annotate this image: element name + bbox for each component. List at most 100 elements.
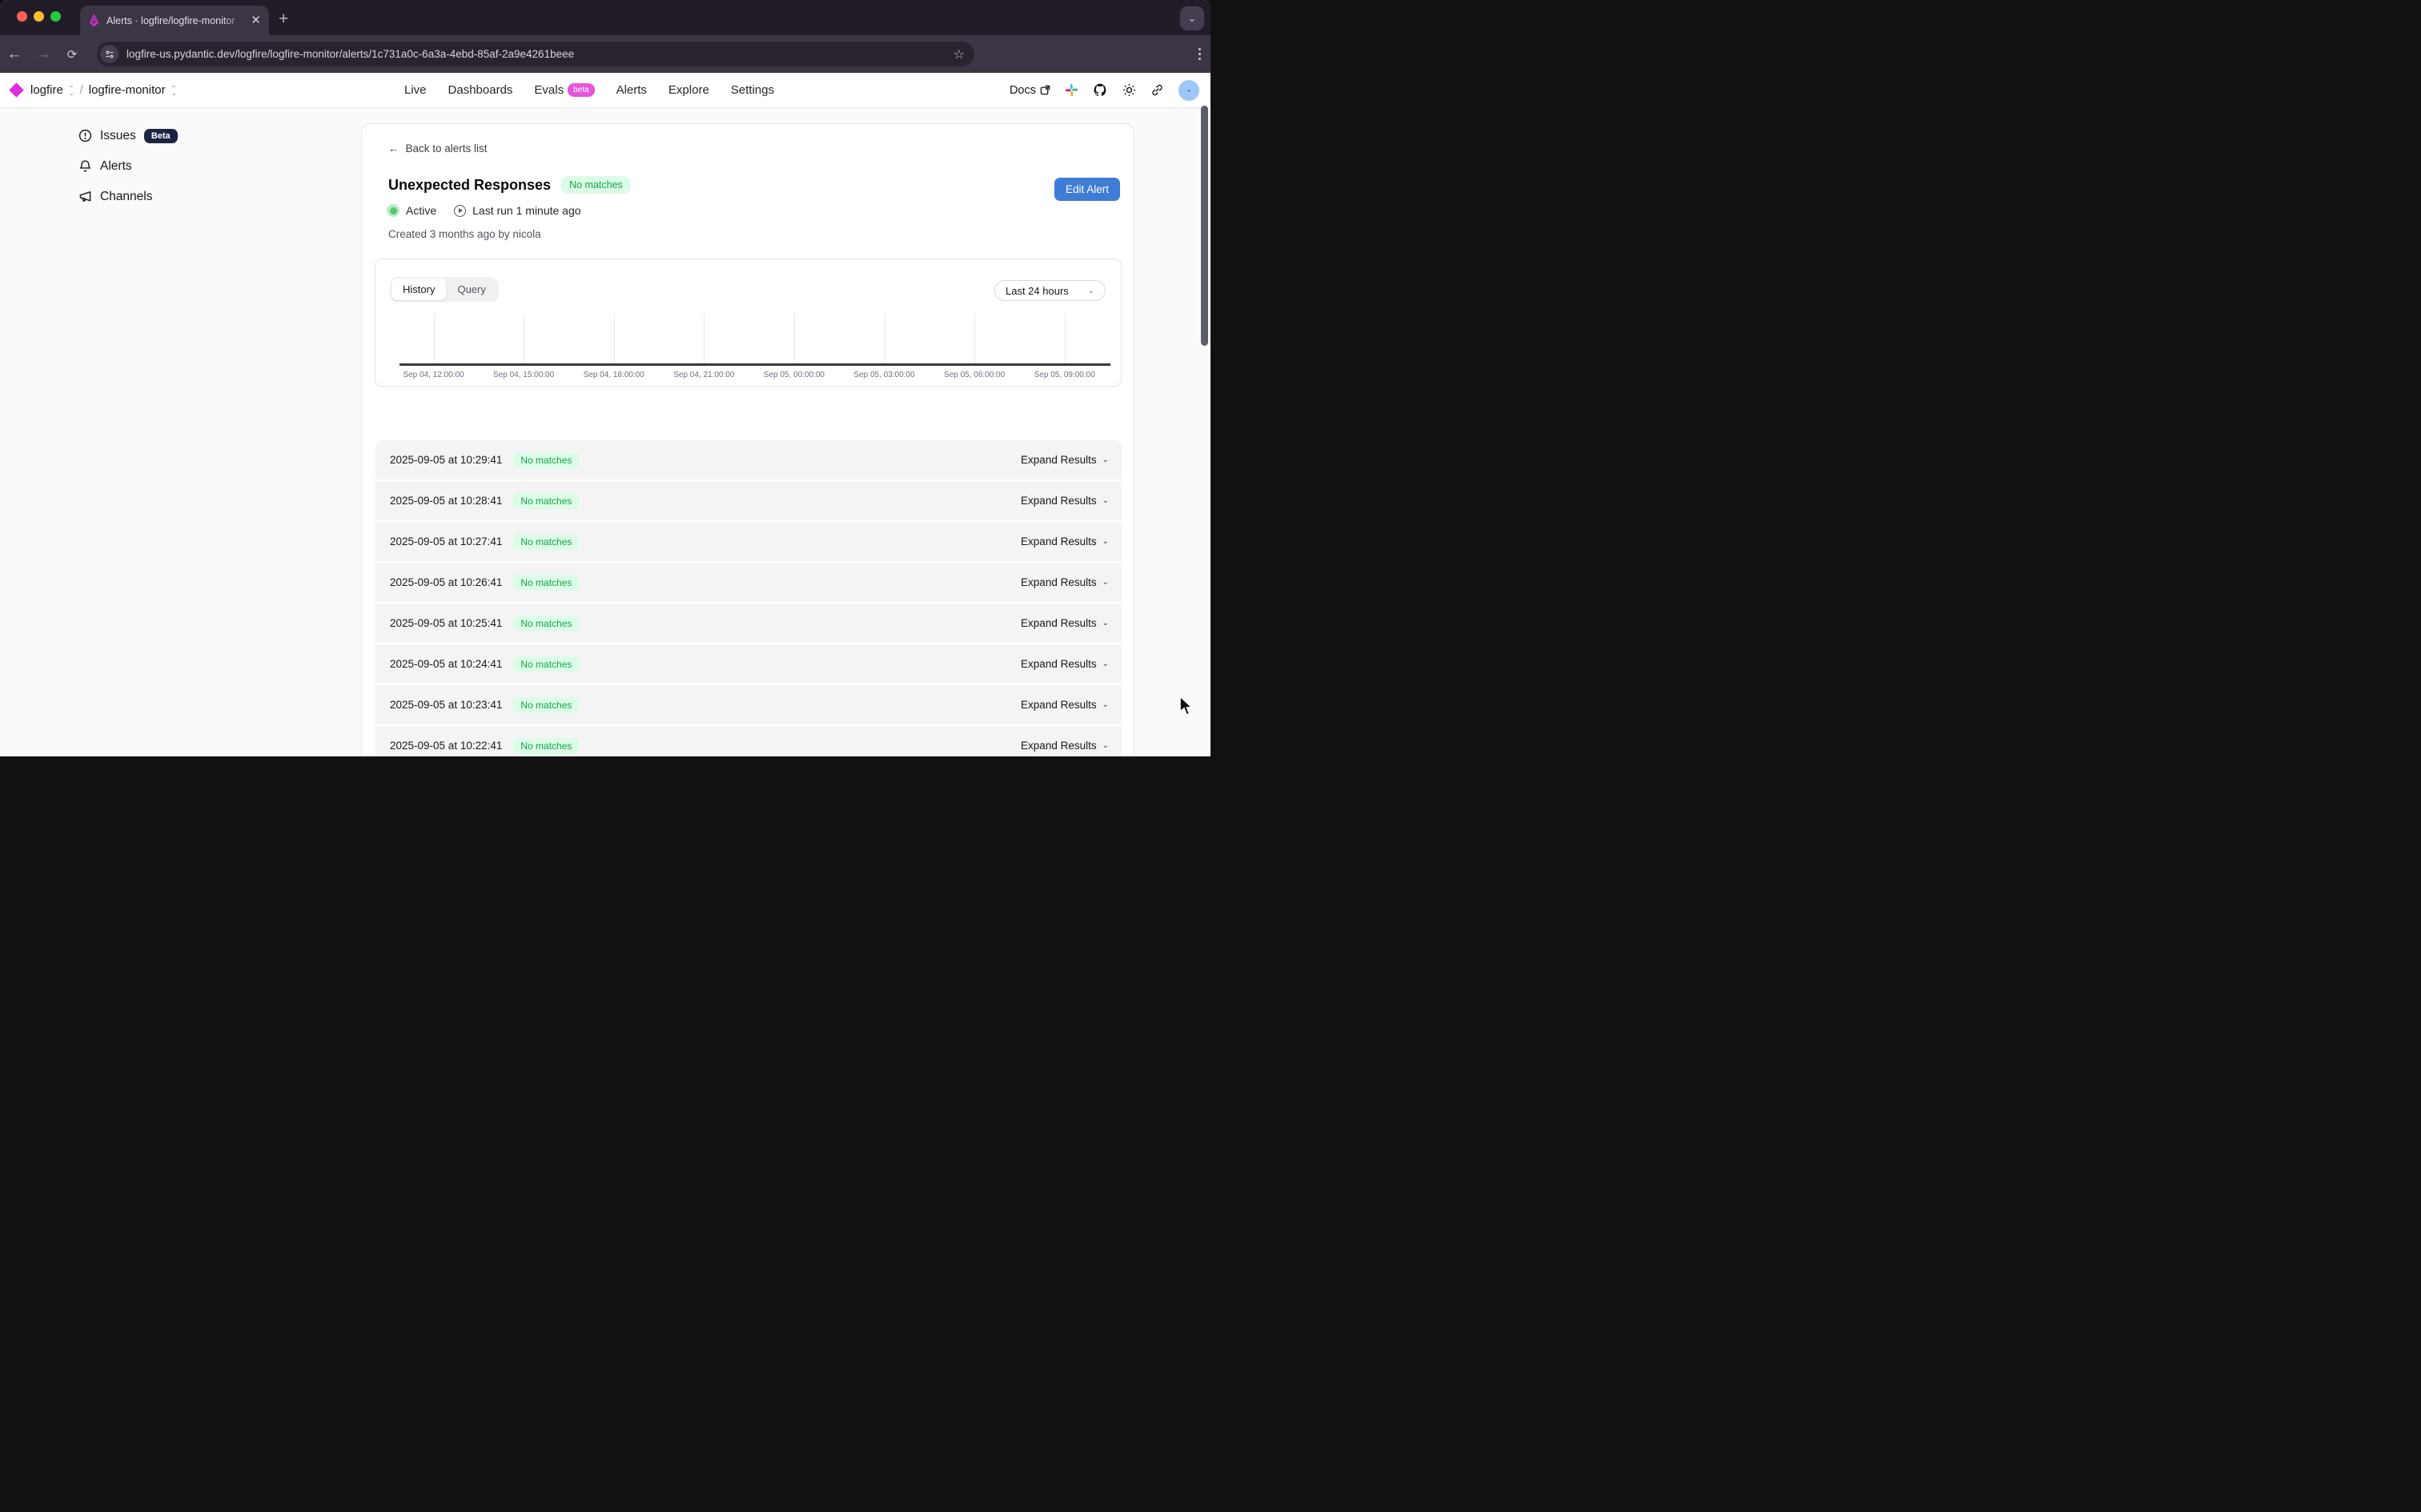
run-row[interactable]: 2025-09-05 at 10:23:41 No matches Expand… — [375, 685, 1122, 724]
url-text[interactable]: logfire-us.pydantic.dev/logfire/logfire-… — [126, 48, 954, 60]
page-scrollbar[interactable] — [1201, 106, 1208, 346]
org-switcher[interactable]: logfire — [30, 83, 63, 97]
github-icon[interactable] — [1093, 82, 1108, 98]
expand-results-button[interactable]: Expand Results ⌄ — [1021, 740, 1109, 752]
chevron-down-icon: ⌄ — [1102, 700, 1109, 709]
run-row[interactable]: 2025-09-05 at 10:28:41 No matches Expand… — [375, 481, 1122, 520]
tab-query[interactable]: Query — [446, 279, 496, 300]
slack-icon[interactable] — [1065, 83, 1078, 97]
close-window-button[interactable] — [17, 11, 27, 22]
edit-alert-button[interactable]: Edit Alert — [1054, 178, 1120, 201]
browser-tab-strip: Alerts · logfire/logfire-monitor ✕ + ⌄ — [0, 0, 1210, 35]
created-by-text: Created 3 months ago by nicola — [388, 228, 1134, 240]
run-no-matches-badge: No matches — [512, 697, 580, 713]
nav-dashboards[interactable]: Dashboards — [448, 83, 513, 97]
tab-close-icon[interactable]: ✕ — [251, 14, 261, 26]
chevron-down-icon: ⌄ — [1088, 287, 1094, 295]
chart-tick-label: Sep 05, 09:00:00 — [1017, 371, 1113, 379]
run-row[interactable]: 2025-09-05 at 10:25:41 No matches Expand… — [375, 604, 1122, 643]
theme-sun-icon[interactable] — [1122, 83, 1136, 97]
sidebar: Issues Beta Alerts Channels — [0, 108, 344, 207]
run-row[interactable]: 2025-09-05 at 10:26:41 No matches Expand… — [375, 563, 1122, 602]
expand-results-button[interactable]: Expand Results ⌄ — [1021, 454, 1109, 466]
run-timestamp: 2025-09-05 at 10:29:41 — [390, 454, 502, 466]
nav-settings[interactable]: Settings — [731, 83, 774, 97]
expand-results-button[interactable]: Expand Results ⌄ — [1021, 495, 1109, 507]
alert-status-badge: No matches — [561, 176, 631, 194]
run-no-matches-badge: No matches — [512, 493, 580, 509]
bookmark-star-icon[interactable]: ☆ — [954, 46, 965, 62]
chart-tick-label: Sep 04, 18:00:00 — [566, 371, 662, 379]
expand-results-label: Expand Results — [1021, 699, 1097, 711]
tab-search-button[interactable]: ⌄ — [1180, 6, 1204, 30]
external-link-icon — [1040, 85, 1050, 95]
back-to-alerts-link[interactable]: ← Back to alerts list — [388, 142, 1134, 154]
run-timestamp: 2025-09-05 at 10:23:41 — [390, 699, 502, 711]
browser-tab[interactable]: Alerts · logfire/logfire-monitor ✕ — [80, 6, 269, 35]
chevron-down-icon: ⌄ — [1102, 496, 1109, 505]
run-row[interactable]: 2025-09-05 at 10:24:41 No matches Expand… — [375, 644, 1122, 684]
window-controls[interactable] — [17, 11, 61, 22]
expand-results-label: Expand Results — [1021, 658, 1097, 670]
expand-results-label: Expand Results — [1021, 495, 1097, 507]
chart-tick-label: Sep 05, 06:00:00 — [926, 371, 1022, 379]
expand-results-button[interactable]: Expand Results ⌄ — [1021, 617, 1109, 629]
back-button[interactable]: ← — [0, 46, 29, 63]
sidebar-item-issues[interactable]: Issues Beta — [78, 126, 344, 146]
chevron-down-icon: ⌄ — [1102, 578, 1109, 587]
expand-results-button[interactable]: Expand Results ⌄ — [1021, 658, 1109, 670]
maximize-window-button[interactable] — [50, 11, 61, 22]
sidebar-item-alerts[interactable]: Alerts — [78, 156, 344, 176]
browser-window: Alerts · logfire/logfire-monitor ✕ + ⌄ ←… — [0, 0, 1210, 756]
user-avatar[interactable]: - — [1178, 80, 1199, 101]
sidebar-item-channels[interactable]: Channels — [78, 186, 344, 207]
chevron-down-icon: ⌄ — [1102, 660, 1109, 668]
site-settings-icon[interactable] — [100, 45, 118, 63]
app-navbar: logfire ⌃⌃ / logfire-monitor ⌃⌃ Live Das… — [0, 73, 1210, 108]
breadcrumb: logfire ⌃⌃ / logfire-monitor ⌃⌃ — [11, 83, 176, 97]
page-body: Issues Beta Alerts Channels ← Back to al… — [0, 108, 1210, 756]
expand-results-label: Expand Results — [1021, 740, 1097, 752]
run-row[interactable]: 2025-09-05 at 10:22:41 No matches Expand… — [375, 726, 1122, 756]
chevron-down-icon: ⌄ — [1102, 741, 1109, 750]
minimize-window-button[interactable] — [34, 11, 44, 22]
chart-gridline — [704, 314, 705, 363]
docs-link[interactable]: Docs — [1010, 84, 1050, 97]
chart-tick-label: Sep 04, 21:00:00 — [656, 371, 752, 379]
browser-menu-button[interactable] — [1198, 48, 1201, 60]
expand-results-button[interactable]: Expand Results ⌄ — [1021, 576, 1109, 588]
run-no-matches-badge: No matches — [512, 452, 580, 468]
reload-button[interactable]: ⟳ — [58, 47, 86, 62]
expand-results-button[interactable]: Expand Results ⌄ — [1021, 535, 1109, 547]
chevron-down-icon: ⌄ — [1102, 619, 1109, 628]
expand-results-label: Expand Results — [1021, 454, 1097, 466]
tab-history[interactable]: History — [391, 279, 446, 300]
run-timestamp: 2025-09-05 at 10:28:41 — [390, 495, 502, 507]
address-bar[interactable]: logfire-us.pydantic.dev/logfire/logfire-… — [97, 42, 974, 66]
run-timestamp: 2025-09-05 at 10:27:41 — [390, 535, 502, 547]
time-range-select[interactable]: Last 24 hours ⌄ — [994, 280, 1106, 301]
chevron-down-icon: ⌄ — [1102, 455, 1109, 464]
run-row[interactable]: 2025-09-05 at 10:29:41 No matches Expand… — [375, 440, 1122, 479]
run-no-matches-badge: No matches — [512, 738, 580, 754]
org-chevrons-icon[interactable]: ⌃⌃ — [69, 86, 74, 94]
issue-circle-icon — [78, 129, 92, 142]
expand-results-button[interactable]: Expand Results ⌄ — [1021, 699, 1109, 711]
new-tab-button[interactable]: + — [279, 10, 288, 29]
run-row[interactable]: 2025-09-05 at 10:27:41 No matches Expand… — [375, 522, 1122, 561]
project-chevrons-icon[interactable]: ⌃⌃ — [171, 86, 177, 94]
nav-alerts[interactable]: Alerts — [616, 83, 647, 97]
nav-evals[interactable]: Evals beta — [534, 83, 594, 97]
active-status-icon — [387, 204, 399, 217]
project-switcher[interactable]: logfire-monitor — [89, 83, 166, 97]
chart-x-axis — [399, 363, 1110, 366]
nav-explore[interactable]: Explore — [668, 83, 709, 97]
expand-results-label: Expand Results — [1021, 576, 1097, 588]
share-link-icon[interactable] — [1150, 83, 1164, 97]
nav-utilities: Docs - — [1010, 80, 1199, 101]
last-run-text: Last run 1 minute ago — [472, 204, 580, 217]
run-timestamp: 2025-09-05 at 10:25:41 — [390, 617, 502, 629]
chart-gridline — [1065, 314, 1066, 363]
nav-live[interactable]: Live — [404, 83, 427, 97]
run-timestamp: 2025-09-05 at 10:22:41 — [390, 740, 502, 752]
